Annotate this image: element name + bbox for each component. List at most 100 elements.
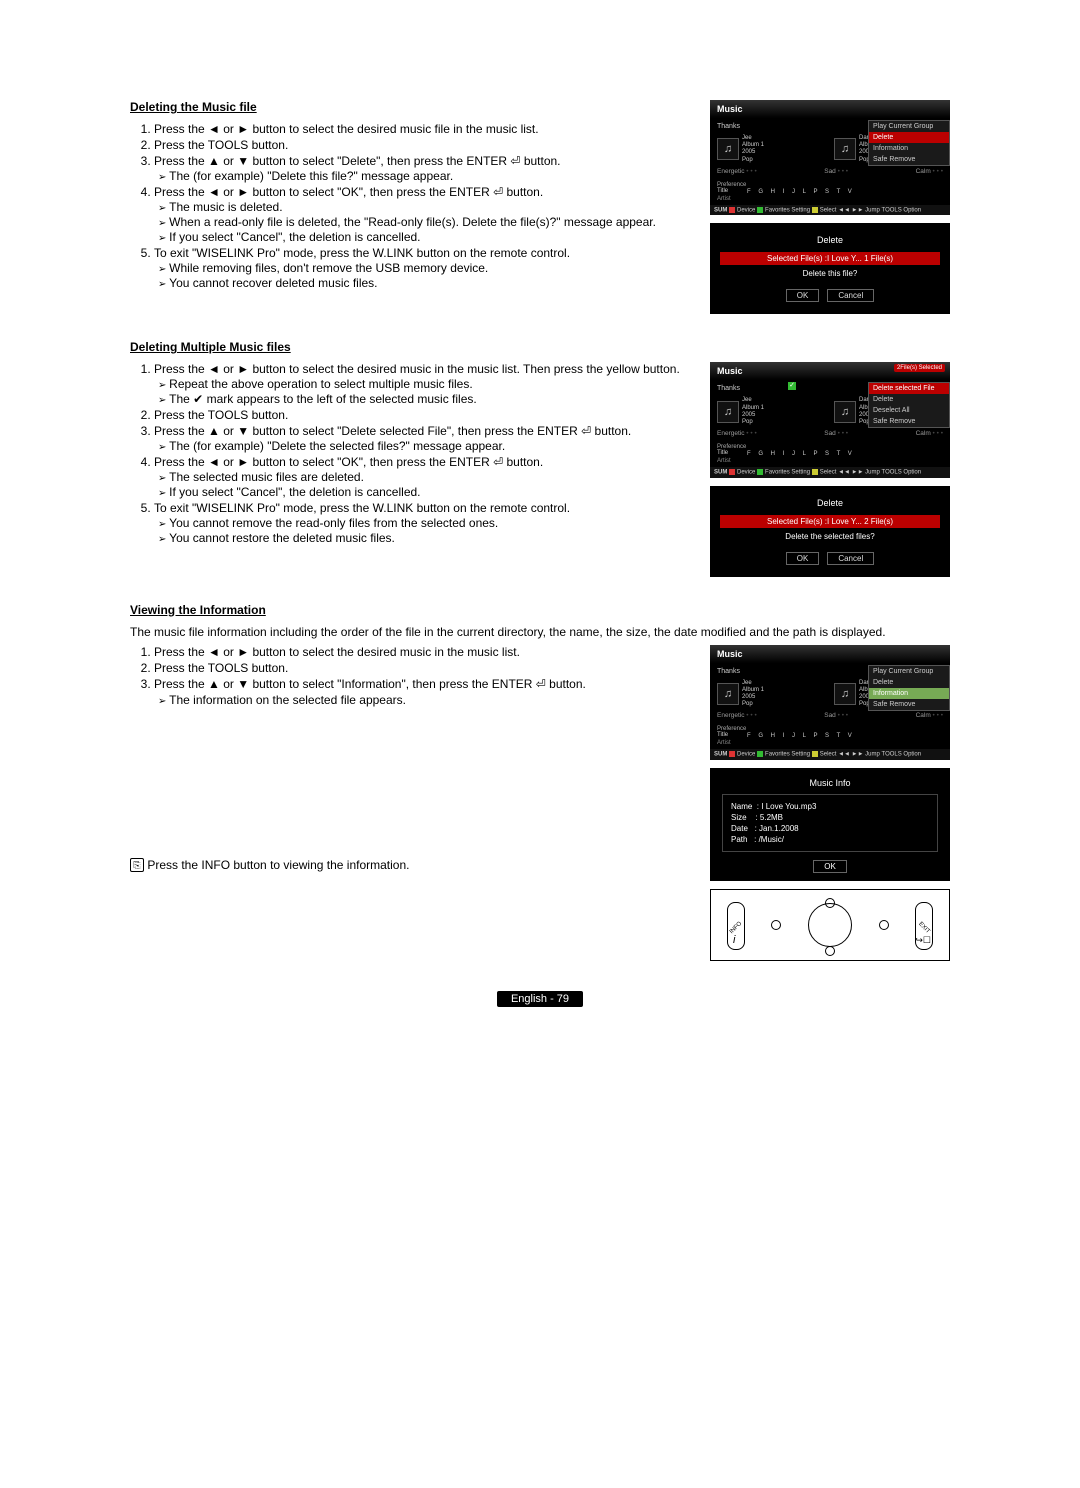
panel-title: Music	[710, 100, 950, 118]
tools-menu[interactable]: Play Current Group Delete Information Sa…	[868, 665, 950, 711]
info-name-value: : I Love You.mp3	[757, 802, 817, 811]
steps-delete-one: Press the ◄ or ► button to select the de…	[130, 122, 696, 290]
dpad-ring[interactable]	[808, 903, 852, 947]
dialog-question: Delete this file?	[720, 265, 940, 282]
step: Press the ▲ or ▼ button to select "Delet…	[154, 424, 696, 453]
substep: If you select "Cancel", the deletion is …	[154, 485, 696, 499]
panel-footer: SUM Device Favorites Setting Select ◄◄ ►…	[710, 467, 950, 478]
artist-axis: Artist	[717, 196, 943, 202]
cancel-button[interactable]: Cancel	[827, 289, 874, 302]
menu-play-group[interactable]: Play Current Group	[869, 121, 949, 132]
substep: You cannot recover deleted music files.	[154, 276, 696, 290]
menu-safe-remove[interactable]: Safe Remove	[869, 416, 949, 427]
intro-text: The music file information including the…	[130, 625, 950, 639]
title-axis: Title	[717, 450, 741, 458]
info-path-value: : /Music/	[754, 835, 784, 844]
yellow-dot-icon	[812, 207, 818, 213]
music-note-icon: ♫	[717, 138, 739, 160]
thumb-label: Thanks	[717, 668, 740, 675]
menu-deselect-all[interactable]: Deselect All	[869, 405, 949, 416]
menu-delete[interactable]: Delete	[869, 394, 949, 405]
tools-menu[interactable]: Delete selected File Delete Deselect All…	[868, 382, 950, 428]
thumb-label: Thanks	[717, 123, 740, 130]
panel-footer: SUM Device Favorites Setting Select ◄◄ ►…	[710, 205, 950, 216]
step: Press the ◄ or ► button to select the de…	[154, 645, 696, 659]
substep: The music is deleted.	[154, 200, 696, 214]
cancel-button[interactable]: Cancel	[827, 552, 874, 565]
music-browser-panel-info: Music ThanksI Love You ♫JeeAlbum 12005Po…	[710, 645, 950, 760]
alpha-bar[interactable]: F G H I J L P S T V	[747, 450, 855, 458]
menu-safe-remove[interactable]: Safe Remove	[869, 699, 949, 710]
dialog-selected-files: Selected File(s) :I Love Y... 1 File(s)	[720, 252, 940, 265]
music-browser-panel-multi: Music 2File(s) Selected ThanksI Love You…	[710, 362, 950, 477]
info-size-label: Size	[731, 813, 747, 822]
exit-arrow-icon: ↪☐	[915, 935, 931, 946]
menu-delete[interactable]: Delete	[869, 677, 949, 688]
info-title: Music Info	[722, 778, 938, 788]
mood-label: Calm	[916, 430, 943, 437]
substep: When a read-only file is deleted, the "R…	[154, 215, 696, 229]
substep: The ✔ mark appears to the left of the se…	[154, 392, 696, 406]
menu-delete[interactable]: Delete	[869, 132, 949, 143]
dialog-title: Delete	[720, 235, 940, 245]
heading-delete-one: Deleting the Music file	[130, 100, 696, 114]
info-name-label: Name	[731, 802, 752, 811]
info-date-label: Date	[731, 824, 748, 833]
steps-view-info: Press the ◄ or ► button to select the de…	[130, 645, 696, 691]
track-tile[interactable]: ♫JeeAlbum 12005Pop	[717, 135, 826, 164]
red-dot-icon	[729, 469, 735, 475]
substep: The selected music files are deleted.	[154, 470, 696, 484]
ok-button[interactable]: OK	[786, 552, 820, 565]
menu-information[interactable]: Information	[869, 143, 949, 154]
heading-delete-multi: Deleting Multiple Music files	[130, 340, 950, 354]
info-date-value: : Jan.1.2008	[755, 824, 799, 833]
thumb-label: Thanks	[717, 385, 740, 392]
alpha-bar[interactable]: F G H I J L P S T V	[747, 732, 855, 740]
tools-menu[interactable]: Play Current Group Delete Information Sa…	[868, 120, 950, 166]
step: Press the TOOLS button.	[154, 661, 696, 675]
menu-delete-selected[interactable]: Delete selected File	[869, 383, 949, 394]
red-dot-icon	[729, 751, 735, 757]
green-dot-icon	[757, 469, 763, 475]
mood-label: Calm	[916, 168, 943, 175]
substep: While removing files, don't remove the U…	[154, 261, 696, 275]
substep: The information on the selected file app…	[154, 693, 696, 707]
yellow-dot-icon	[812, 469, 818, 475]
mood-label: Sad	[824, 168, 848, 175]
title-axis: Title	[717, 732, 741, 740]
track-tile[interactable]: ♫JeeAlbum 12005Pop	[717, 397, 826, 426]
small-button[interactable]	[825, 898, 835, 908]
music-note-icon: ♫	[834, 401, 856, 423]
step: Press the ▲ or ▼ button to select "Infor…	[154, 677, 696, 691]
small-button[interactable]	[879, 920, 889, 930]
preference-label: Preference	[717, 442, 943, 450]
substep: If you select "Cancel", the deletion is …	[154, 230, 696, 244]
menu-safe-remove[interactable]: Safe Remove	[869, 154, 949, 165]
menu-play-group[interactable]: Play Current Group	[869, 666, 949, 677]
step: To exit "WISELINK Pro" mode, press the W…	[154, 501, 696, 545]
dialog-title: Delete	[720, 498, 940, 508]
page-footer: English - 79	[497, 991, 583, 1007]
menu-information[interactable]: Information	[869, 688, 949, 699]
artist-axis: Artist	[717, 740, 943, 746]
small-button[interactable]	[771, 920, 781, 930]
steps-delete-multi: Press the ◄ or ► button to select the de…	[130, 362, 696, 545]
preference-label: Preference	[717, 724, 943, 732]
ok-button[interactable]: OK	[813, 860, 847, 873]
track-tile[interactable]: ♫JeeAlbum 12005Pop	[717, 680, 826, 709]
small-button[interactable]	[825, 946, 835, 956]
mood-label: Energetic	[717, 430, 757, 437]
dialog-selected-files: Selected File(s) :I Love Y... 2 File(s)	[720, 515, 940, 528]
substep: The (for example) "Delete the selected f…	[154, 439, 696, 453]
ok-button[interactable]: OK	[786, 289, 820, 302]
info-path-label: Path	[731, 835, 747, 844]
mood-label: Energetic	[717, 712, 757, 719]
red-dot-icon	[729, 207, 735, 213]
mood-label: Sad	[824, 712, 848, 719]
dialog-question: Delete the selected files?	[720, 528, 940, 545]
music-info-dialog: Music Info Name : I Love You.mp3 Size : …	[710, 768, 950, 881]
step: Press the TOOLS button.	[154, 138, 696, 152]
alpha-bar[interactable]: F G H I J L P S T V	[747, 188, 855, 196]
substep: The (for example) "Delete this file?" me…	[154, 169, 696, 183]
music-browser-panel: Music ThanksI Love You ♫JeeAlbum 12005Po…	[710, 100, 950, 215]
